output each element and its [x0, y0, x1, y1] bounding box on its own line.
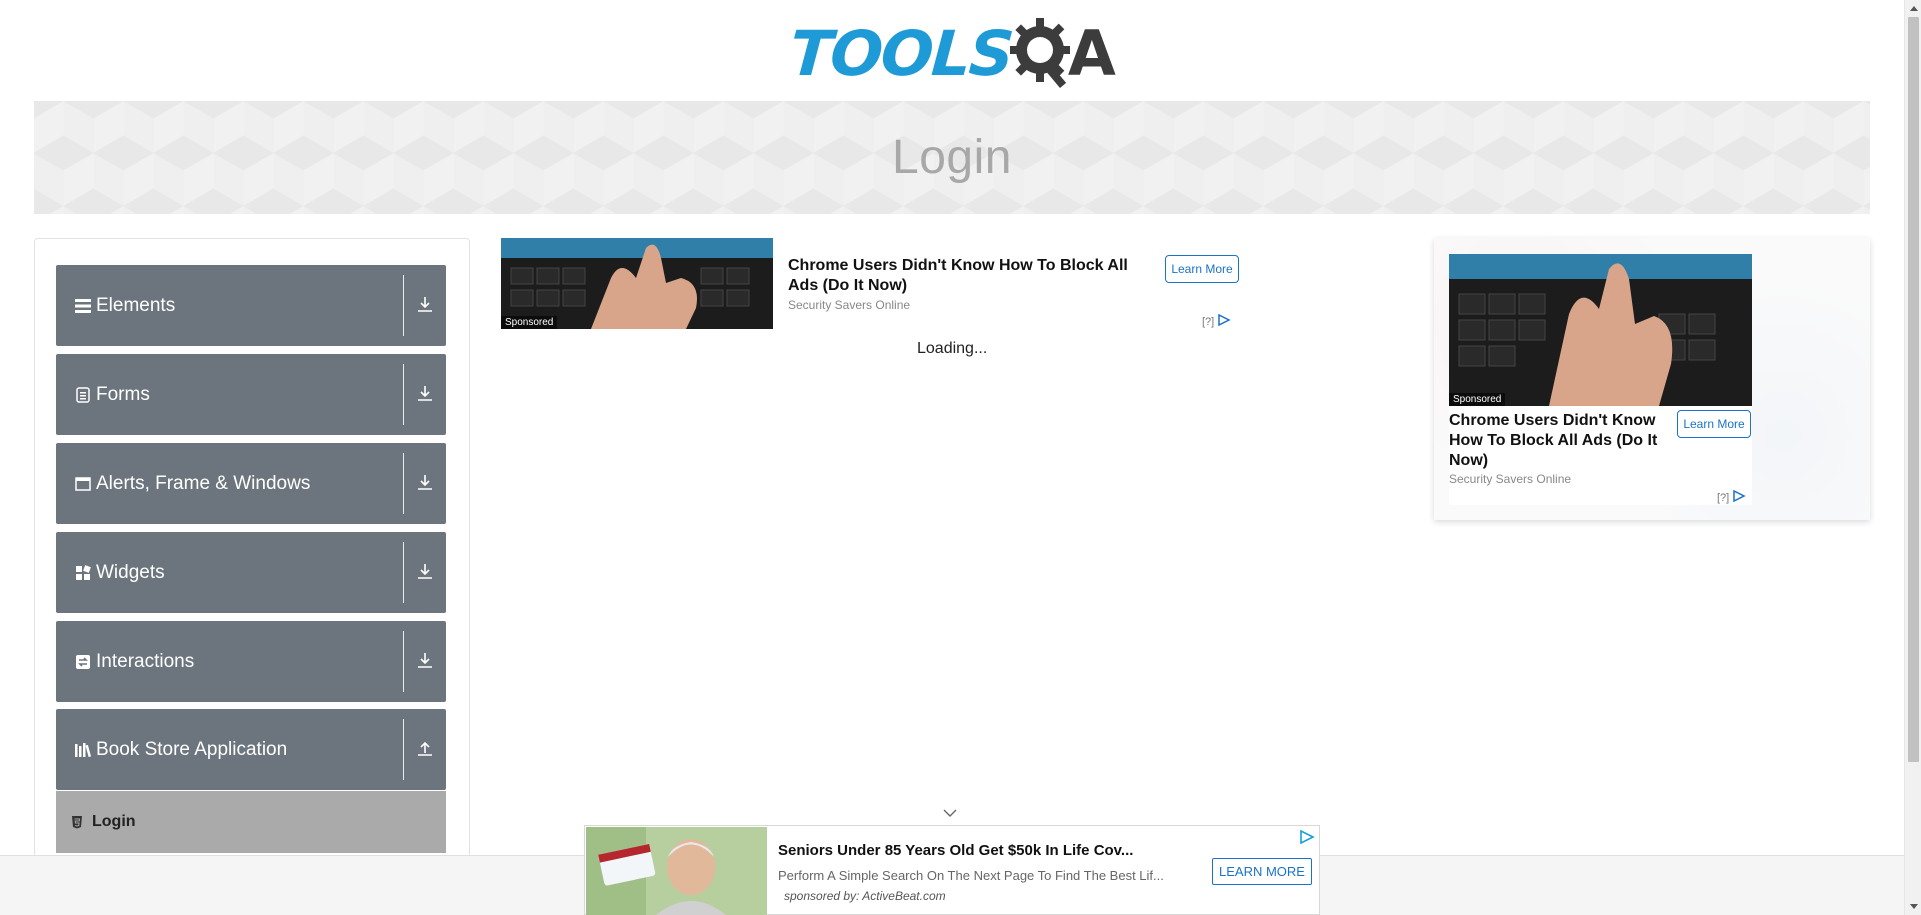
- sidebar-group-label: Book Store Application: [96, 738, 288, 760]
- grid-icon: [74, 564, 92, 582]
- ad-bottom[interactable]: Seniors Under 85 Years Old Get $50k In L…: [584, 825, 1320, 915]
- html-icon: [70, 815, 84, 829]
- swap-icon: [74, 653, 92, 671]
- sidebar-group-label: Forms: [96, 383, 150, 405]
- vertical-scrollbar[interactable]: [1904, 0, 1921, 915]
- page: TOOLS A Login Elements Forms Alerts, Fra…: [0, 0, 1921, 915]
- download-arrow-icon[interactable]: [414, 382, 436, 404]
- sidebar-group-alerts-frame-windows[interactable]: Alerts, Frame & Windows: [56, 443, 446, 524]
- ad-image-keyboard[interactable]: Sponsored: [501, 238, 773, 329]
- sidebar-group-book-store-application[interactable]: Book Store Application: [56, 709, 446, 790]
- download-arrow-icon[interactable]: [414, 560, 436, 582]
- books-icon: [74, 741, 92, 759]
- sidebar-group-interactions[interactable]: Interactions: [56, 621, 446, 702]
- gear-magnifier-icon: [1008, 14, 1076, 95]
- learn-more-button[interactable]: Learn More: [1165, 255, 1239, 283]
- scrollbar-thumb[interactable]: [1908, 17, 1919, 762]
- ad-top[interactable]: Sponsored Chrome Users Didn't Know How T…: [501, 238, 1239, 331]
- divider: [403, 275, 404, 336]
- document-icon: [74, 386, 92, 404]
- ad-help-text: [?]: [1202, 315, 1215, 328]
- download-arrow-icon[interactable]: [414, 471, 436, 493]
- scroll-up-arrow-icon[interactable]: [1905, 0, 1921, 17]
- learn-more-button[interactable]: LEARN MORE: [1212, 858, 1312, 885]
- ad-image-keyboard[interactable]: Sponsored: [1449, 254, 1752, 406]
- ad-title[interactable]: Chrome Users Didn't Know How To Block Al…: [1449, 411, 1674, 471]
- loading-text: Loading...: [917, 340, 988, 357]
- left-sidebar: Elements Forms Alerts, Frame & Windows W…: [34, 238, 470, 915]
- ad-title[interactable]: Chrome Users Didn't Know How To Block Al…: [788, 256, 1148, 296]
- page-title: Login: [892, 131, 1012, 184]
- sponsored-label: Sponsored: [501, 316, 558, 329]
- upload-arrow-icon[interactable]: [414, 737, 436, 759]
- ad-title[interactable]: Seniors Under 85 Years Old Get $50k In L…: [778, 842, 1198, 859]
- adchoices-icon: [1732, 489, 1746, 505]
- divider: [403, 719, 404, 780]
- download-arrow-icon[interactable]: [414, 293, 436, 315]
- sidebar-group-label: Interactions: [96, 650, 195, 672]
- learn-more-button[interactable]: Learn More: [1677, 410, 1751, 438]
- ad-help-text: [?]: [1717, 491, 1730, 504]
- sidebar-item-login[interactable]: Login: [56, 791, 446, 853]
- sidebar-group-forms[interactable]: Forms: [56, 354, 446, 435]
- divider: [403, 453, 404, 514]
- logo-text-a: A: [1067, 17, 1116, 90]
- scroll-down-arrow-icon[interactable]: [1905, 898, 1921, 915]
- window-icon: [74, 475, 92, 493]
- page-banner: Login: [34, 101, 1870, 214]
- adchoices-badge[interactable]: [?]: [1202, 313, 1231, 329]
- sidebar-group-widgets[interactable]: Widgets: [56, 532, 446, 613]
- adchoices-icon: [1217, 313, 1231, 329]
- adchoices-icon[interactable]: [1299, 829, 1315, 849]
- sidebar-group-label: Widgets: [96, 561, 165, 583]
- divider: [403, 631, 404, 692]
- ad-source: Security Savers Online: [1449, 472, 1572, 486]
- ad-source: Security Savers Online: [788, 298, 911, 312]
- toolsqa-logo[interactable]: TOOLS A: [787, 14, 1120, 95]
- ad-description: Perform A Simple Search On The Next Page…: [778, 868, 1164, 883]
- chevron-down-icon[interactable]: [942, 807, 958, 819]
- divider: [403, 542, 404, 603]
- ad-sponsor: sponsored by: ActiveBeat.com: [784, 889, 946, 903]
- sidebar-group-elements[interactable]: Elements: [56, 265, 446, 346]
- sponsored-label: Sponsored: [1449, 393, 1506, 406]
- sidebar-group-label: Elements: [96, 294, 176, 316]
- divider: [403, 364, 404, 425]
- logo-text-tools: TOOLS: [787, 17, 1015, 90]
- download-arrow-icon[interactable]: [414, 649, 436, 671]
- sidebar-group-label: Alerts, Frame & Windows: [96, 472, 311, 494]
- ad-image-senior-man[interactable]: [586, 827, 767, 915]
- adchoices-badge[interactable]: [?]: [1717, 489, 1746, 505]
- sidebar-item-label: Login: [92, 813, 136, 830]
- ad-right-card[interactable]: Sponsored Chrome Users Didn't Know How T…: [1449, 254, 1752, 505]
- hamburger-icon: [74, 297, 92, 315]
- ad-right[interactable]: Sponsored Chrome Users Didn't Know How T…: [1434, 238, 1870, 520]
